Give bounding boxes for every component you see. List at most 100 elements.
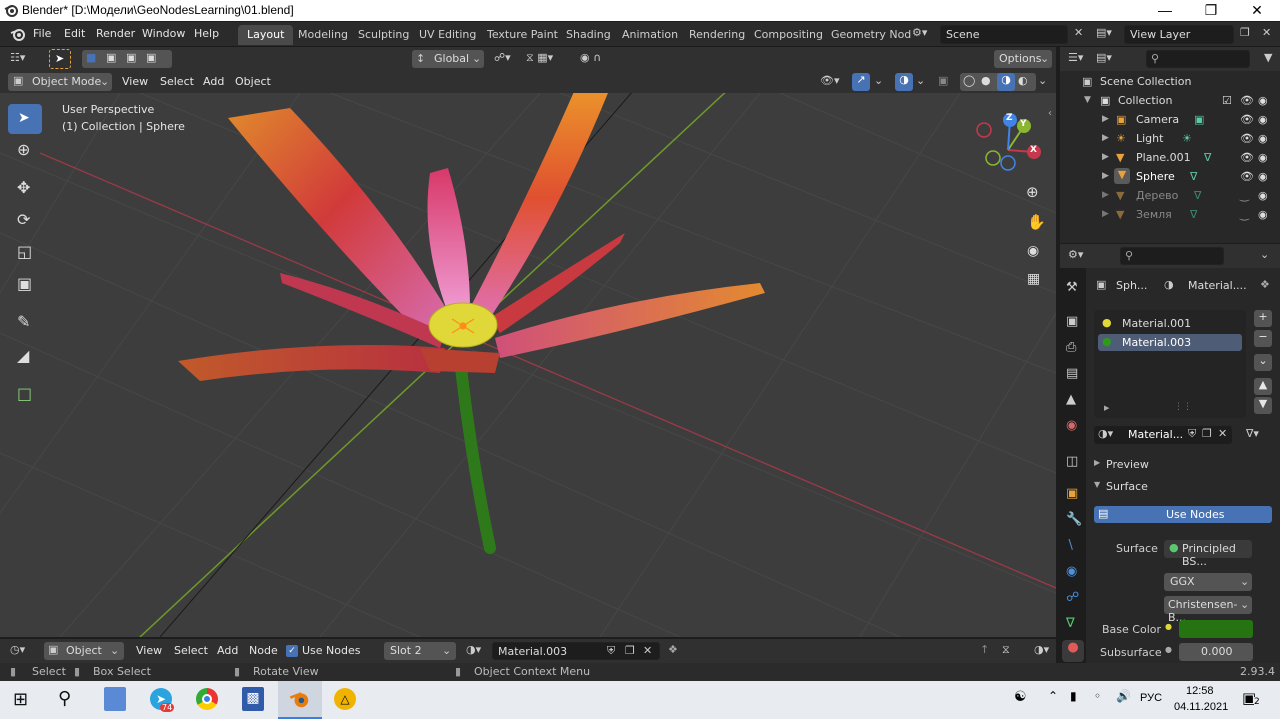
resize-grip-icon[interactable]: ⋮⋮: [1174, 402, 1192, 412]
battery-icon[interactable]: ▮: [1070, 689, 1077, 703]
viewport-menu-add[interactable]: Add: [203, 75, 224, 88]
blender-menu-icon[interactable]: [10, 27, 26, 41]
expand-arrow-icon[interactable]: ▶: [1102, 190, 1109, 200]
solid-shading-icon[interactable]: ●: [981, 74, 991, 87]
tab-rendering[interactable]: Rendering: [680, 25, 754, 45]
subsurface-method-dropdown[interactable]: Christensen-B... ⌄: [1164, 596, 1252, 624]
tool-select[interactable]: ➤: [8, 104, 42, 134]
snap-icon[interactable]: ⧖: [1002, 643, 1010, 657]
outliner-item-zemlya[interactable]: ▶ ▼ Земля ∇ ‿ ◉: [1060, 205, 1280, 224]
menu-file[interactable]: File: [33, 27, 51, 40]
view-layer-field[interactable]: View Layer: [1124, 25, 1234, 44]
node-editor-type-icon[interactable]: ◷▾: [10, 643, 25, 656]
unlink-icon[interactable]: ✕: [1218, 427, 1227, 440]
move-slot-up-button[interactable]: ▲: [1254, 378, 1272, 395]
node-menu-select[interactable]: Select: [174, 644, 208, 657]
pivot-point-icon[interactable]: ☍▾: [494, 51, 511, 64]
show-hidden-icons-chevron-icon[interactable]: ⌃: [1048, 689, 1058, 703]
expand-arrow-icon[interactable]: ▶: [1102, 133, 1109, 143]
view-layer-remove-icon[interactable]: ✕: [1262, 26, 1271, 39]
sidebar-toggle-icon[interactable]: ‹: [1048, 108, 1052, 119]
ortho-grid-icon[interactable]: ▦: [1027, 271, 1040, 287]
eye-closed-icon[interactable]: ‿: [1240, 189, 1249, 202]
list-expand-icon[interactable]: ▶: [1104, 404, 1109, 412]
outliner-item-light[interactable]: ▶ ☀ Light ☀ 👁 ◉: [1060, 129, 1280, 148]
slot-dropdown[interactable]: Slot 2 ⌄: [384, 642, 456, 660]
tab-geometry-nodes[interactable]: Geometry Nod: [822, 25, 920, 45]
modifier-wrench-icon[interactable]: 🔧: [1066, 512, 1082, 527]
menu-edit[interactable]: Edit: [64, 27, 85, 40]
tool-rotate[interactable]: ⟳: [8, 206, 42, 236]
node-material-field[interactable]: Material.003 ⛨ ❐ ✕: [492, 642, 660, 660]
outliner-scene-collection[interactable]: ▣ Scene Collection: [1060, 72, 1280, 91]
eye-icon[interactable]: 👁: [1240, 151, 1254, 164]
expand-arrow-icon[interactable]: ▶: [1102, 152, 1109, 162]
expand-arrow-icon[interactable]: ▶: [1102, 114, 1109, 124]
transform-orientation-dropdown[interactable]: ↕ Global ⌄: [412, 50, 484, 68]
properties-editor-type-icon[interactable]: ⚙▾: [1068, 248, 1083, 261]
camera-render-icon[interactable]: ◉: [1258, 151, 1268, 164]
outliner-item-camera[interactable]: ▶ ▣ Camera ▣ 👁 ◉: [1060, 110, 1280, 129]
eye-closed-icon[interactable]: ‿: [1240, 208, 1249, 221]
save-app-icon[interactable]: ▩: [242, 687, 264, 711]
material-slot-item-active[interactable]: ● Material.003: [1098, 334, 1242, 351]
use-nodes-checkbox[interactable]: ✓: [286, 645, 298, 657]
tool-tab-icon[interactable]: ⚒: [1066, 280, 1078, 295]
collection-tab-icon[interactable]: ◫: [1066, 454, 1078, 469]
duplicate-icon[interactable]: ❐: [1202, 427, 1212, 440]
parent-node-tree-icon[interactable]: ↑: [980, 643, 989, 656]
eye-icon[interactable]: 👁: [1240, 113, 1254, 126]
object-data-tab-icon[interactable]: ∇: [1066, 616, 1075, 631]
remove-slot-button[interactable]: −: [1254, 330, 1272, 347]
chrome-icon[interactable]: [196, 688, 218, 710]
surface-shader-field[interactable]: ● Principled BS...: [1164, 540, 1252, 568]
expand-arrow-icon[interactable]: ▶: [1102, 171, 1109, 181]
windows-start-icon[interactable]: ⊞: [13, 689, 28, 710]
eye-icon[interactable]: 👁: [1240, 94, 1254, 107]
snap-icon[interactable]: ⧖ ▦▾: [526, 51, 553, 65]
base-color-swatch[interactable]: [1179, 620, 1253, 638]
tab-shading[interactable]: Shading: [557, 25, 620, 45]
zoom-icon[interactable]: ⊕: [1026, 183, 1039, 201]
filter-icon[interactable]: ▼: [1264, 51, 1272, 64]
tab-animation[interactable]: Animation: [613, 25, 687, 45]
maximize-button[interactable]: ❐: [1188, 0, 1234, 21]
menu-help[interactable]: Help: [194, 27, 219, 40]
material-datablock-field[interactable]: ◑▾ Material... ⛨ ❐ ✕: [1094, 426, 1232, 444]
scene-tab-icon[interactable]: ▲: [1066, 392, 1076, 407]
camera-render-icon[interactable]: ◉: [1258, 189, 1268, 202]
properties-search-input[interactable]: ⚲: [1120, 247, 1224, 265]
link-type-icon[interactable]: ∇▾: [1246, 427, 1259, 440]
menu-window[interactable]: Window: [142, 27, 185, 40]
search-icon[interactable]: ⚲: [58, 688, 71, 709]
wireframe-shading-icon[interactable]: ◯: [963, 74, 975, 87]
tab-texture-paint[interactable]: Texture Paint: [478, 25, 567, 45]
eye-icon[interactable]: 👁: [1240, 170, 1254, 183]
constraints-tab-icon[interactable]: ☍: [1066, 590, 1079, 605]
eye-icon[interactable]: 👁: [1240, 132, 1254, 145]
select-extend-icon[interactable]: ▣: [106, 51, 116, 64]
use-nodes-button[interactable]: ▤ Use Nodes: [1094, 506, 1272, 523]
shader-type-dropdown[interactable]: ▣ Object ⌄: [44, 642, 124, 660]
material-slot-list[interactable]: ● Material.001 ● Material.003 ▶ ⋮⋮: [1094, 310, 1246, 418]
rendered-shading-icon[interactable]: ◐: [1018, 74, 1028, 87]
select-mode-icon[interactable]: ➤: [49, 49, 71, 69]
viewport-menu-object[interactable]: Object: [235, 75, 271, 88]
tool-add-cube[interactable]: □: [8, 380, 42, 410]
material-slot-item[interactable]: ● Material.001: [1098, 314, 1242, 332]
clock-date[interactable]: 04.11.2021: [1174, 701, 1228, 713]
chevron-down-icon[interactable]: ⌄: [1260, 248, 1269, 261]
tab-uv-editing[interactable]: UV Editing: [410, 25, 485, 45]
taskbar-blender-active[interactable]: [278, 681, 322, 719]
slot-specials-button[interactable]: ⌄: [1254, 354, 1272, 371]
gizmo-toggle-icon[interactable]: ↗: [852, 73, 870, 91]
select-invert-icon[interactable]: ▣: [146, 51, 156, 64]
people-icon[interactable]: ☯: [1014, 689, 1027, 705]
tool-move[interactable]: ✥: [8, 174, 42, 204]
node-menu-node[interactable]: Node: [249, 644, 278, 657]
node-menu-view[interactable]: View: [136, 644, 162, 657]
unlink-icon[interactable]: ✕: [643, 644, 652, 657]
subsurface-value-field[interactable]: 0.000: [1179, 643, 1253, 661]
pan-hand-icon[interactable]: ✋: [1027, 213, 1046, 231]
tool-transform[interactable]: ▣: [8, 270, 42, 300]
